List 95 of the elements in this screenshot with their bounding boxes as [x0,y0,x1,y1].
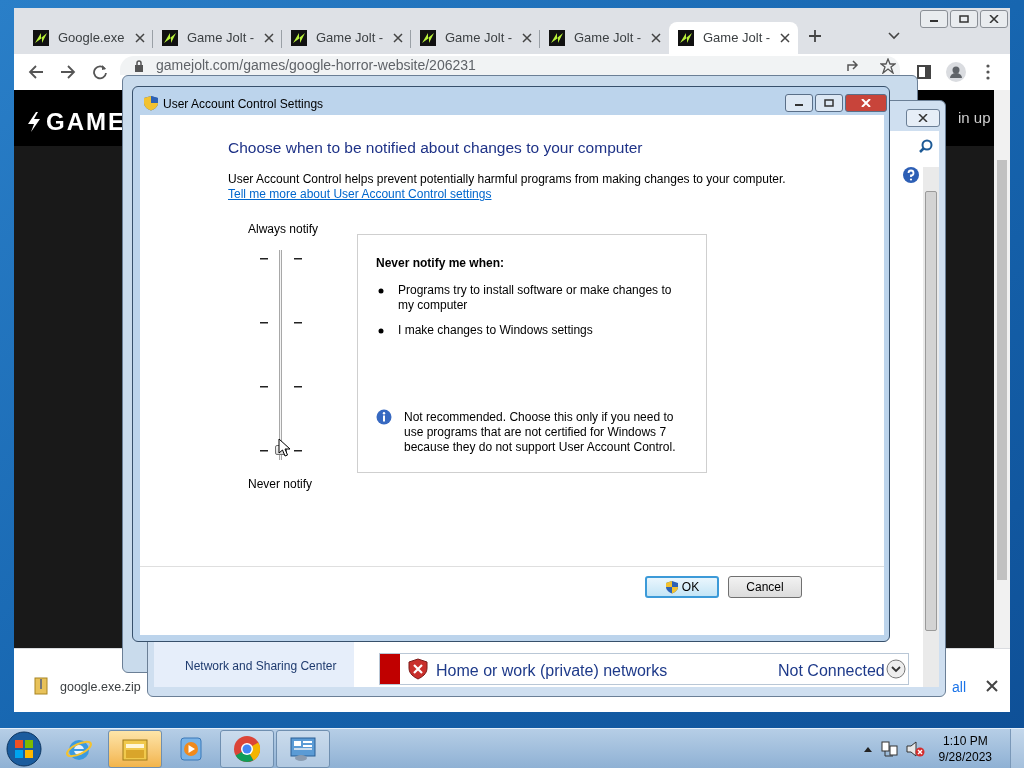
expand-icon[interactable] [886,659,906,679]
clock-time[interactable]: 1:10 PM [942,732,988,749]
caret-icon[interactable] [888,32,900,40]
lock-icon [134,60,144,72]
download-file-name[interactable]: google.exe.zip [60,678,141,697]
minimize-button[interactable] [920,10,948,28]
more-icon[interactable] [986,64,990,80]
close-icon[interactable] [393,33,403,43]
clock-date[interactable]: 9/28/2023 [938,748,992,765]
tab-title: Game Jolt - [445,29,514,48]
network-row[interactable]: Home or work (private) networks Not Connected [379,653,909,685]
network-status: Not Connected [778,661,885,681]
reload-icon[interactable] [92,64,108,80]
browser-tab[interactable]: Game Jolt - [282,22,411,54]
tab-title: Game Jolt - [574,29,643,48]
description-text: User Account Control helps prevent potentially harmful programs from making changes to your computer. [228,171,786,188]
tab-title: Google.exe [58,29,126,48]
taskbar-button[interactable] [276,729,330,768]
close-button[interactable] [845,94,887,112]
slider-label: Never notify [248,476,313,493]
media-player-icon [178,735,204,762]
gamejolt-favicon-icon [419,29,437,47]
browser-tab[interactable]: Game Jolt - [153,22,282,54]
zip-file-icon [34,677,48,695]
back-icon[interactable] [28,64,44,80]
shield-icon [664,580,679,594]
tab-title: Game Jolt - [316,29,385,48]
shield-error-icon [408,658,428,680]
info-heading: Never notify me when: [376,255,505,272]
shield-icon [143,95,159,111]
minimize-button[interactable] [785,94,813,112]
help-icon[interactable] [902,166,920,184]
control-panel-icon [289,735,317,762]
show-all-link[interactable]: all [952,677,966,698]
close-icon[interactable] [135,33,145,43]
new-tab-icon[interactable] [808,29,822,43]
url-text: gamejolt.com/games/google-horror-website/206231 [156,56,476,74]
browser-tab[interactable]: Game Jolt - [540,22,669,54]
chrome-icon [233,734,261,763]
cancel-button[interactable]: Cancel [728,576,802,598]
sign-up-link[interactable]: in up [958,107,991,130]
gamejolt-favicon-icon [677,29,695,47]
close-icon[interactable] [264,33,274,43]
bullet-icon [378,287,384,294]
maximize-icon [824,99,834,107]
close-button[interactable] [980,10,1008,28]
info-icon [376,409,392,425]
gamejolt-favicon-icon [290,29,308,47]
maximize-button[interactable] [950,10,978,28]
browser-tab[interactable]: Game Jolt - [411,22,540,54]
scrollbar[interactable] [923,167,939,687]
site-logo[interactable]: GAME [46,104,126,140]
close-icon[interactable] [522,33,532,43]
close-button[interactable] [906,109,940,127]
show-desktop-button[interactable] [1010,728,1024,768]
browser-tab[interactable]: Google.exe [24,22,153,54]
gamejolt-favicon-icon [32,29,50,47]
taskbar-button[interactable] [108,729,162,768]
help-link[interactable]: Tell me more about User Account Control settings [228,185,492,203]
gamejolt-favicon-icon [161,29,179,47]
close-icon[interactable] [651,33,661,43]
pointer-icon [278,438,292,458]
window-title: User Account Control Settings [163,96,324,113]
bullet-icon [378,327,384,334]
close-icon[interactable] [986,680,998,692]
ok-button[interactable]: OK [645,576,719,598]
slider-label: Always notify [248,221,319,238]
close-icon [861,99,871,107]
forward-icon[interactable] [60,64,76,80]
search-icon[interactable] [919,139,933,153]
side-panel-icon[interactable] [917,65,931,79]
scrollbar[interactable] [994,90,1010,648]
tab-title: Game Jolt - [703,29,772,48]
gamejolt-favicon-icon [548,29,566,47]
network-icon[interactable] [880,739,899,758]
close-icon [989,15,999,23]
note-text: Not recommended. Choose this only if you need to use programs that are not certified for Windows 7 because they do not support User Account Control. [404,410,677,455]
bullet-text: I make changes to Windows settings [398,323,593,338]
taskbar-button[interactable] [220,729,274,768]
tab-title: Game Jolt - [187,29,256,48]
lightning-icon [26,111,42,133]
start-button[interactable] [6,730,42,767]
dialog-heading: Choose when to be notified about changes to your computer [228,138,643,158]
maximize-icon [959,15,969,23]
profile-icon[interactable] [946,62,966,82]
star-icon[interactable] [880,58,896,74]
close-icon[interactable] [780,33,790,43]
network-name: Home or work (private) networks [436,661,668,681]
nav-link[interactable]: Network and Sharing Center [185,657,337,675]
browser-tab[interactable]: Game Jolt - [669,22,798,54]
maximize-button[interactable] [815,94,843,112]
close-icon [918,114,928,122]
volume-muted-icon[interactable] [904,739,925,758]
bullet-text: Programs try to install software or make changes to my computer [398,283,673,313]
address-bar[interactable]: gamejolt.com/games/google-horror-website/206231 [120,56,900,75]
